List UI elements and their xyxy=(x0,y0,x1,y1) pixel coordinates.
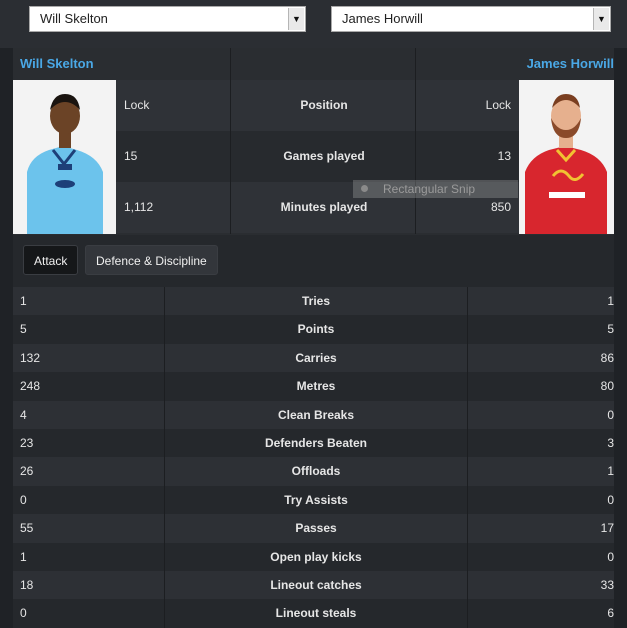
left-stat: 1 xyxy=(20,549,27,564)
right-stat: 17 xyxy=(600,521,614,536)
left-stat: 0 xyxy=(20,606,27,621)
stat-label: Defenders Beaten xyxy=(264,435,368,450)
right-stat: 86 xyxy=(600,350,614,365)
row-label: Games played xyxy=(283,149,365,163)
right-player-name[interactable]: James Horwill xyxy=(527,48,614,80)
attack-stats-table: 1 Tries 1 5 Points 5 132 Carries 86 248 Metres 8… xyxy=(13,287,614,628)
dropdown-arrow-icon[interactable]: ▼ xyxy=(288,8,304,30)
right-stat: 3 xyxy=(607,435,614,450)
profile-row: Lock Position Lock xyxy=(116,80,519,131)
left-stat: 132 xyxy=(20,350,41,365)
tab-label: Attack xyxy=(34,254,68,268)
player-selector-bar: Will Skelton ▼ James Horwill ▼ xyxy=(0,0,627,48)
stat-row: 248 Metres 80 xyxy=(13,372,614,401)
stat-row: 55 Passes 17 xyxy=(13,514,614,543)
stats-tabs: Attack Defence & Discipline xyxy=(13,235,614,287)
profile-row: 15 Games played 13 xyxy=(116,131,519,182)
profile-table: Lock Position Lock 15 Games played 13 1,… xyxy=(116,48,519,234)
stat-row: 23 Defenders Beaten 3 xyxy=(13,428,614,458)
left-stat: 0 xyxy=(20,492,27,507)
stat-label: Lineout catches xyxy=(270,577,362,592)
right-stat: 1 xyxy=(607,294,614,308)
stat-label: Try Assists xyxy=(284,492,348,507)
right-stat: 1 xyxy=(607,464,614,479)
stat-label: Tries xyxy=(301,294,331,308)
right-stat: 6 xyxy=(607,606,614,621)
right-stat: 0 xyxy=(607,407,614,422)
right-player-select-value: James Horwill xyxy=(342,11,423,26)
left-stat: 26 xyxy=(20,464,34,479)
left-value: Lock xyxy=(124,98,150,112)
tab-label: Defence & Discipline xyxy=(96,254,207,268)
right-value: Lock xyxy=(485,98,511,112)
player-comparison-panel: Will Skelton James Horwill Lock Position… xyxy=(13,48,614,235)
right-stat: 0 xyxy=(607,492,614,507)
column-divider xyxy=(230,48,231,234)
stat-label: Metres xyxy=(296,379,336,394)
right-stat: 5 xyxy=(607,322,614,337)
right-stat: 0 xyxy=(607,549,614,564)
left-stat: 18 xyxy=(20,577,34,592)
right-value: 13 xyxy=(497,149,511,163)
snip-label: Rectangular Snip xyxy=(383,182,476,196)
stat-row: 26 Offloads 1 xyxy=(13,457,614,486)
left-value: 1,112 xyxy=(124,200,154,214)
column-divider xyxy=(164,287,165,628)
column-divider xyxy=(415,48,416,234)
stat-label: Open play kicks xyxy=(270,549,362,564)
right-stat: 80 xyxy=(600,379,614,394)
stat-row: 0 Lineout steals 6 xyxy=(13,599,614,628)
stat-row: 1 Open play kicks 0 xyxy=(13,542,614,571)
tab-defence-discipline[interactable]: Defence & Discipline xyxy=(85,245,218,275)
row-label: Position xyxy=(300,98,348,112)
left-player-photo xyxy=(13,80,116,234)
left-player-name[interactable]: Will Skelton xyxy=(20,48,94,80)
stat-label: Lineout steals xyxy=(275,606,357,621)
stat-label: Clean Breaks xyxy=(277,407,355,422)
stat-label: Offloads xyxy=(291,464,341,479)
right-stat: 33 xyxy=(600,577,614,592)
stat-label: Carries xyxy=(295,350,337,365)
left-player-select-value: Will Skelton xyxy=(40,11,108,26)
stat-row: 1 Tries 1 xyxy=(13,287,614,316)
right-player-select[interactable]: James Horwill ▼ xyxy=(331,6,611,32)
left-stat: 248 xyxy=(20,379,41,394)
left-stat: 5 xyxy=(20,322,27,337)
left-value: 15 xyxy=(124,149,138,163)
stat-row: 132 Carries 86 xyxy=(13,343,614,373)
stat-row: 5 Points 5 xyxy=(13,315,614,344)
rectangular-snip-tooltip: Rectangular Snip xyxy=(353,180,518,198)
stat-label: Points xyxy=(297,322,335,337)
stat-label: Passes xyxy=(295,521,337,536)
tab-attack[interactable]: Attack xyxy=(23,245,79,275)
left-stat: 1 xyxy=(20,294,27,308)
record-dot-icon xyxy=(361,185,368,192)
stat-row: 4 Clean Breaks 0 xyxy=(13,400,614,429)
left-player-select[interactable]: Will Skelton ▼ xyxy=(29,6,306,32)
stat-row: 0 Try Assists 0 xyxy=(13,485,614,515)
right-player-photo xyxy=(519,80,614,234)
dropdown-arrow-icon[interactable]: ▼ xyxy=(593,8,609,30)
column-divider xyxy=(467,287,468,628)
left-stat: 55 xyxy=(20,521,34,536)
left-stat: 4 xyxy=(20,407,27,422)
left-stat: 23 xyxy=(20,435,34,450)
stat-row: 18 Lineout catches 33 xyxy=(13,570,614,600)
